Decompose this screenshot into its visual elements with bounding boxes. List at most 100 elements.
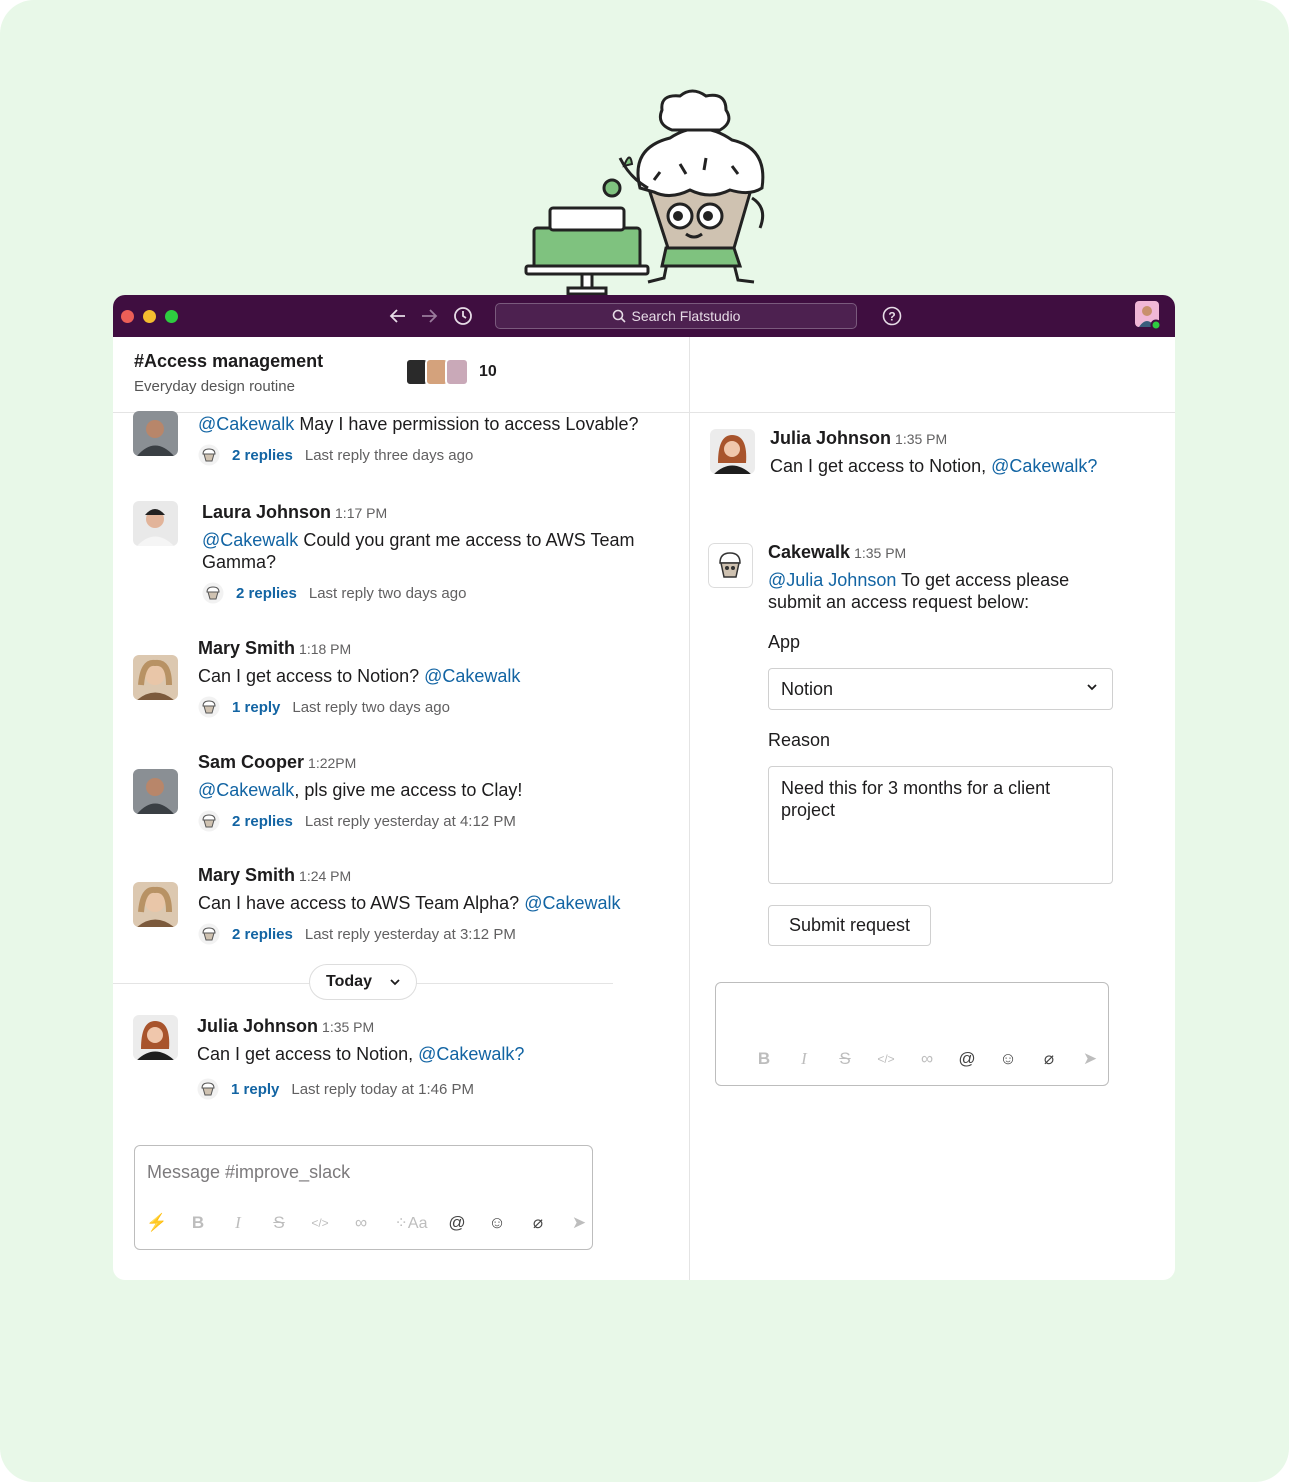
send-icon[interactable]: ➤ <box>565 1209 593 1237</box>
timestamp[interactable]: 1:24 PM <box>299 868 351 884</box>
author-name[interactable]: Sam Cooper <box>198 752 304 772</box>
thread-summary[interactable]: 1 reply Last reply today at 1:46 PM <box>197 1077 667 1101</box>
shortcuts-lightning-icon[interactable]: ⚡ <box>143 1209 171 1237</box>
strikethrough-icon[interactable]: S <box>831 1045 859 1073</box>
author-name[interactable]: Laura Johnson <box>202 502 331 522</box>
member-count: 10 <box>479 363 497 380</box>
bold-icon[interactable]: B <box>184 1209 212 1237</box>
app-select-value: Notion <box>781 678 834 699</box>
last-reply-text: Last reply two days ago <box>292 698 450 716</box>
author-name[interactable]: Cakewalk <box>768 542 850 562</box>
code-icon[interactable]: </> <box>872 1045 900 1073</box>
thread-summary[interactable]: 2 replies Last reply yesterday at 4:12 P… <box>198 809 668 833</box>
emoji-icon[interactable]: ☺ <box>994 1045 1022 1073</box>
minimize-window-button[interactable] <box>143 310 156 323</box>
title-bar: Search Flatstudio ? <box>113 295 1175 337</box>
message-input[interactable]: Message #improve_slack <box>147 1162 350 1183</box>
submit-request-button[interactable]: Submit request <box>768 905 931 946</box>
timestamp[interactable]: 1:18 PM <box>299 641 351 657</box>
mention-link[interactable]: @Cakewalk <box>198 414 294 434</box>
channel-name[interactable]: #Access management <box>134 351 323 372</box>
search-icon <box>612 309 626 323</box>
link-icon[interactable]: ∞ <box>347 1209 375 1237</box>
cupcake-mascot-illustration <box>524 89 765 296</box>
mention-link[interactable]: @Cakewalk? <box>418 1044 524 1064</box>
cupcake-bot-icon <box>197 1078 219 1100</box>
timestamp[interactable]: 1:35 PM <box>322 1019 374 1035</box>
mention-link[interactable]: @Cakewalk <box>198 780 294 800</box>
slack-window: Search Flatstudio ? #Access management E… <box>113 295 1175 1280</box>
thread-summary[interactable]: 2 replies Last reply yesterday at 3:12 P… <box>198 922 668 946</box>
italic-icon[interactable]: I <box>224 1209 252 1237</box>
attachment-icon[interactable]: ⌀ <box>1035 1045 1063 1073</box>
thread-summary[interactable]: 1 reply Last reply two days ago <box>198 695 668 719</box>
attachment-icon[interactable]: ⌀ <box>524 1209 552 1237</box>
replies-link[interactable]: 1 reply <box>231 1081 279 1098</box>
channel-topic: Everyday design routine <box>134 378 295 395</box>
author-name[interactable]: Mary Smith <box>198 638 295 658</box>
last-reply-text: Last reply yesterday at 3:12 PM <box>304 925 516 943</box>
timestamp[interactable]: 1:35 PM <box>895 431 947 447</box>
thread-reply-composer[interactable]: B I S </> ∞ @ ☺ ⌀ ➤ <box>715 982 1109 1086</box>
author-name[interactable]: Julia Johnson <box>197 1016 318 1036</box>
mention-link[interactable]: @Cakewalk <box>524 893 620 913</box>
history-clock-icon[interactable] <box>452 305 474 327</box>
mention-at-icon[interactable]: @ <box>443 1209 471 1237</box>
timestamp[interactable]: 1:35 PM <box>854 545 906 561</box>
date-divider-label: Today <box>326 973 372 990</box>
author-name[interactable]: Mary Smith <box>198 865 295 885</box>
mention-link[interactable]: @Cakewalk <box>202 530 298 550</box>
svg-text:?: ? <box>888 310 895 324</box>
user-avatar[interactable] <box>1135 301 1161 329</box>
last-reply-text: Last reply yesterday at 4:12 PM <box>304 812 516 830</box>
timestamp[interactable]: 1:17 PM <box>335 505 387 521</box>
thread-summary[interactable]: 2 replies Last reply two days ago <box>202 581 672 605</box>
timestamp[interactable]: 1:22PM <box>308 755 356 771</box>
avatar <box>133 411 178 456</box>
mention-link[interactable]: @Cakewalk? <box>991 456 1097 476</box>
app-select[interactable]: Notion <box>768 668 1113 710</box>
avatar <box>133 655 178 700</box>
code-icon[interactable]: </> <box>306 1209 334 1237</box>
emoji-icon[interactable]: ☺ <box>483 1209 511 1237</box>
message-composer[interactable]: Message #improve_slack ⚡ B I S </> ∞ ⁘Aa… <box>134 1145 593 1250</box>
back-arrow-icon[interactable] <box>387 305 409 327</box>
replies-link[interactable]: 2 replies <box>236 585 297 602</box>
search-bar[interactable]: Search Flatstudio <box>495 303 857 329</box>
replies-link[interactable]: 1 reply <box>232 699 280 716</box>
replies-link[interactable]: 2 replies <box>232 813 293 830</box>
thread-summary[interactable]: 2 replies Last reply three days ago <box>198 443 668 467</box>
zoom-window-button[interactable] <box>165 310 178 323</box>
forward-arrow-icon[interactable] <box>418 305 440 327</box>
chevron-down-icon <box>1087 684 1097 691</box>
strikethrough-icon[interactable]: S <box>265 1209 293 1237</box>
mention-at-icon[interactable]: @ <box>953 1045 981 1073</box>
mention-link[interactable]: @Julia Johnson <box>768 570 896 590</box>
bold-icon[interactable]: B <box>750 1045 778 1073</box>
reason-field-label: Reason <box>768 730 831 750</box>
last-reply-text: Last reply three days ago <box>304 446 474 464</box>
mention-link[interactable]: @Cakewalk <box>424 666 520 686</box>
avatar <box>133 1015 178 1060</box>
close-window-button[interactable] <box>121 310 134 323</box>
replies-link[interactable]: 2 replies <box>232 926 293 943</box>
author-name[interactable]: Julia Johnson <box>770 428 891 448</box>
send-icon[interactable]: ➤ <box>1076 1045 1104 1073</box>
cupcake-bot-icon <box>198 696 220 718</box>
date-divider-button[interactable]: Today <box>309 964 417 1000</box>
message-text: Can I get access to Notion, @Cakewalk? <box>770 456 1098 476</box>
message-text: @Cakewalk Could you grant me access to A… <box>202 530 635 572</box>
cupcake-bot-icon <box>202 582 224 604</box>
help-icon[interactable]: ? <box>881 305 903 327</box>
replies-link[interactable]: 2 replies <box>232 447 293 464</box>
member-list-button[interactable]: 10 <box>405 358 497 386</box>
reason-textarea[interactable]: Need this for 3 months for a client proj… <box>768 766 1113 884</box>
cupcake-bot-avatar <box>708 543 753 588</box>
link-icon[interactable]: ∞ <box>913 1045 941 1073</box>
formatting-toolbar: B I S </> ∞ @ ☺ ⌀ ➤ <box>716 1045 1108 1075</box>
cupcake-bot-icon <box>198 444 220 466</box>
chevron-down-icon <box>390 979 400 986</box>
message-text: @Cakewalk, pls give me access to Clay! <box>198 780 523 800</box>
text-format-icon[interactable]: ⁘Aa <box>391 1209 431 1237</box>
italic-icon[interactable]: I <box>790 1045 818 1073</box>
